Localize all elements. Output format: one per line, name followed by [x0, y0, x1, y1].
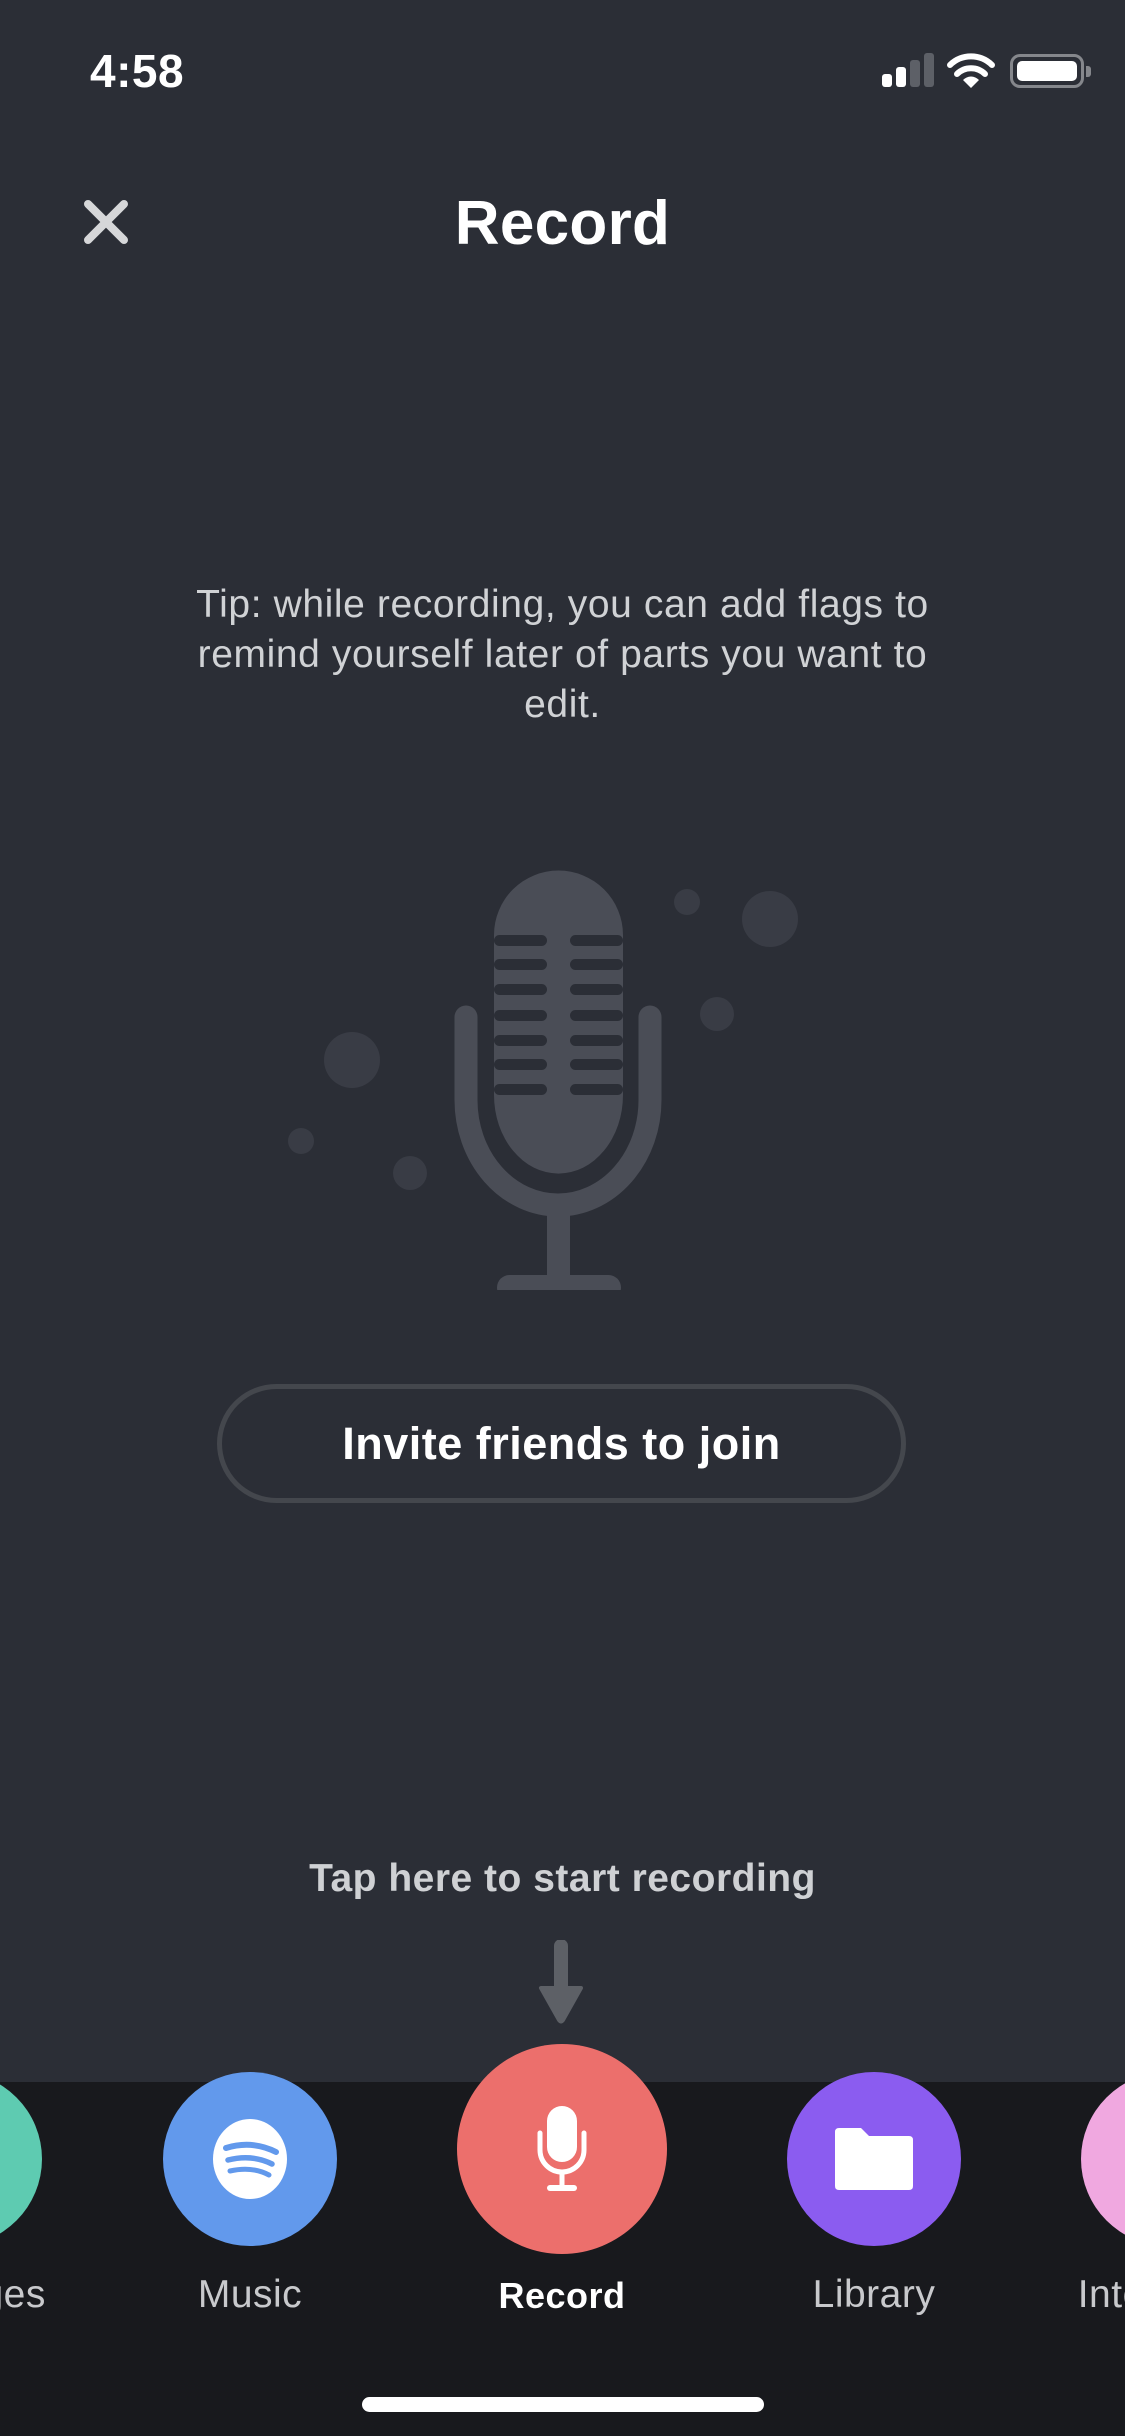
folder-icon [835, 2128, 913, 2190]
messages-icon-circle [0, 2072, 42, 2246]
tab-bar: Messages Music Record [0, 2044, 1125, 2436]
bubble [674, 889, 700, 915]
tab-label: Library [812, 2273, 936, 2316]
tab-label: Messages [0, 2273, 46, 2316]
tab-music[interactable]: Music [140, 2072, 360, 2352]
microphone-icon [537, 2106, 587, 2191]
microphone-illustration [288, 870, 798, 1290]
battery-icon [1010, 54, 1091, 88]
status-icons [880, 50, 1091, 90]
music-icon-circle [163, 2072, 337, 2246]
tab-library[interactable]: Library [764, 2072, 984, 2352]
tab-label: Interviews [1077, 2273, 1125, 2316]
home-indicator[interactable] [362, 2397, 764, 2412]
tip-text: Tip: while recording, you can add flags … [196, 583, 929, 726]
tab-label: Music [197, 2273, 303, 2316]
arrow-down-icon [539, 1940, 583, 2024]
page-title: Record [454, 189, 671, 258]
invite-friends-label: Invite friends to join [342, 1417, 781, 1469]
invite-friends-button[interactable]: Invite friends to join [217, 1384, 906, 1503]
interviews-icon-circle [1081, 2072, 1125, 2246]
start-recording-hint: Tap here to start recording [309, 1857, 816, 1900]
tab-record[interactable]: Record [452, 2044, 672, 2352]
tab-label: Record [498, 2275, 626, 2316]
tab-interviews[interactable]: Interviews [1058, 2072, 1125, 2352]
spotify-icon [213, 2119, 287, 2199]
microphone-icon [454, 870, 662, 1290]
bubble [742, 891, 798, 947]
bubble [324, 1032, 380, 1088]
record-button[interactable] [457, 2044, 667, 2254]
library-icon-circle [787, 2072, 961, 2246]
signal-icon [882, 53, 936, 87]
wifi-icon [947, 53, 995, 88]
tab-messages[interactable]: Messages [0, 2072, 65, 2352]
bubble [393, 1156, 427, 1190]
status-time: 4:58 [90, 45, 185, 97]
bubble [700, 997, 734, 1031]
bubble [288, 1128, 314, 1154]
